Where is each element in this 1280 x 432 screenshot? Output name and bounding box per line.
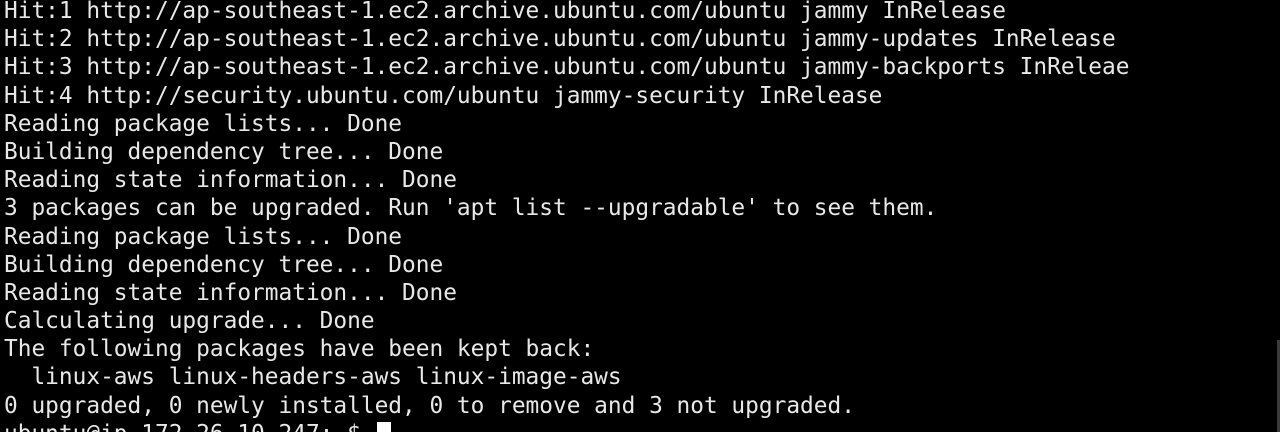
command-prompt-line[interactable]: ubuntu@ip-172-26-10-247:~$ — [4, 420, 1129, 432]
output-line: Building dependency tree... Done — [4, 251, 444, 278]
output-line: Calculating upgrade... Done — [4, 308, 375, 335]
output-line: 0 upgraded, 0 newly installed, 0 to remo… — [4, 392, 855, 419]
output-line: Hit:2 http://ap-southeast-1.ec2.archive.… — [4, 26, 1116, 53]
output-line: The following packages have been kept ba… — [4, 336, 595, 363]
output-line: Building dependency tree... Done — [4, 138, 444, 165]
shell-prompt: ubuntu@ip-172-26-10-247:~$ — [4, 421, 375, 432]
output-line: Hit:1 http://ap-southeast-1.ec2.archive.… — [4, 0, 1006, 24]
output-line: linux-aws linux-headers-aws linux-image-… — [4, 364, 622, 391]
terminal-window[interactable]: Hit:1 http://ap-southeast-1.ec2.archive.… — [0, 0, 1280, 432]
output-line: Reading package lists... Done — [4, 223, 403, 250]
output-line: Reading package lists... Done — [4, 110, 403, 137]
output-line: Reading state information... Done — [4, 167, 457, 194]
output-line: Hit:3 http://ap-southeast-1.ec2.archive.… — [4, 54, 1130, 81]
text-cursor — [376, 421, 391, 432]
output-line: 3 packages can be upgraded. Run 'apt lis… — [4, 195, 938, 222]
output-line: Reading state information... Done — [4, 279, 457, 306]
terminal-output: Hit:1 http://ap-southeast-1.ec2.archive.… — [4, 0, 1129, 432]
output-line: Hit:4 http://security.ubuntu.com/ubuntu … — [4, 82, 883, 109]
